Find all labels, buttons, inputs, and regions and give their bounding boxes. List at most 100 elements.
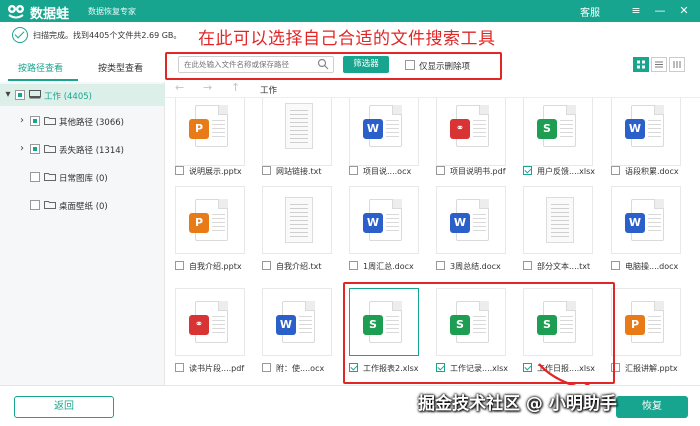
menu-icon[interactable]: ≡ (628, 3, 644, 19)
watermark-text: 掘金技术社区 @ 小明助手 (418, 394, 617, 414)
forward-arrow-icon[interactable]: → (203, 81, 212, 94)
file-checkbox[interactable] (523, 261, 532, 270)
file-name: 项目说....ocx (363, 167, 412, 176)
grid-view-button[interactable] (633, 57, 649, 72)
back-button[interactable]: 返回 (14, 396, 114, 418)
file-name: 读书片段....pdf (189, 364, 245, 373)
annotation-text: 在此可以选择自己合适的文件搜索工具 (198, 29, 496, 49)
chevron-down-icon[interactable]: ▾ (3, 89, 13, 101)
back-arrow-icon[interactable]: ← (175, 81, 184, 94)
file-tile[interactable]: W (611, 186, 681, 254)
ppt-file-icon: P (625, 301, 664, 343)
tree-item-work[interactable]: ▾ 工作 (4405) (0, 84, 165, 106)
grid-view-icon (637, 60, 645, 69)
tab-by-path[interactable]: 按路径查看 (18, 61, 63, 74)
scan-status-text: 扫描完成。找到4405个文件共2.69 GB。 (33, 31, 182, 40)
file-name: 自我介绍.pptx (189, 262, 242, 271)
tree-item-daily-gallery[interactable]: 日常图库 (0) (0, 166, 165, 188)
tab-by-type[interactable]: 按类型查看 (98, 61, 143, 74)
file-checkbox[interactable] (349, 166, 358, 175)
detail-view-button[interactable] (669, 57, 685, 72)
pdf-file-icon: ⚭ (450, 105, 489, 147)
tree-item-label: 日常图库 (0) (59, 174, 108, 184)
file-tile[interactable]: P (175, 98, 245, 166)
file-checkbox[interactable] (611, 261, 620, 270)
word-file-icon: W (450, 199, 489, 241)
recover-button[interactable]: 恢复 (616, 396, 688, 418)
file-tile[interactable] (262, 186, 332, 254)
file-checkbox[interactable] (175, 261, 184, 270)
drive-icon (29, 90, 41, 99)
pdf-file-icon: ⚭ (189, 301, 228, 343)
close-icon[interactable]: ✕ (676, 3, 692, 19)
folder-icon (44, 201, 56, 209)
file-name: 附：使....ocx (276, 364, 325, 373)
tree-checkbox[interactable] (30, 116, 40, 126)
file-name: 网站链接.txt (276, 167, 322, 176)
file-name: 电脑操....docx (625, 262, 679, 271)
title-bar: 数据蛙 数据恢复专家 客服 ≡ — ✕ (0, 0, 700, 22)
up-arrow-icon[interactable]: ↑ (231, 81, 240, 94)
tree-item-desktop-wallpaper[interactable]: 桌面壁纸 (0) (0, 194, 165, 216)
scan-complete-icon (12, 27, 28, 43)
file-tile[interactable]: W (262, 288, 332, 356)
minimize-icon[interactable]: — (652, 3, 668, 19)
frog-logo-icon (8, 5, 24, 19)
ppt-file-icon: P (189, 199, 228, 241)
file-name: 自我介绍.txt (276, 262, 322, 271)
list-view-button[interactable] (651, 57, 667, 72)
word-file-icon: W (625, 199, 664, 241)
file-checkbox[interactable] (523, 166, 532, 175)
navigation-bar: ← → ↑ 工作 (165, 80, 700, 98)
file-checkbox[interactable] (436, 261, 445, 270)
file-tile[interactable]: W (349, 98, 419, 166)
txt-file-icon (546, 197, 574, 243)
tree-checkbox[interactable] (30, 144, 40, 154)
file-name: 部分文本....txt (537, 262, 591, 271)
tree-checkbox[interactable] (15, 90, 25, 100)
file-checkbox[interactable] (175, 166, 184, 175)
customer-service-link[interactable]: 客服 (580, 4, 600, 19)
word-file-icon: W (276, 301, 315, 343)
tree-item-lost-paths[interactable]: › 丢失路径 (1314) (0, 138, 165, 160)
chevron-right-icon[interactable]: › (17, 115, 27, 127)
folder-icon (44, 145, 56, 153)
folder-icon (44, 117, 56, 125)
file-checkbox[interactable] (349, 261, 358, 270)
file-tile[interactable]: W (436, 186, 506, 254)
file-tile[interactable]: W (349, 186, 419, 254)
excel-file-icon: S (537, 105, 576, 147)
file-tile[interactable]: ⚭ (436, 98, 506, 166)
file-checkbox[interactable] (262, 363, 271, 372)
tree-item-label: 桌面壁纸 (0) (59, 202, 108, 212)
file-tile[interactable]: W (611, 98, 681, 166)
file-checkbox[interactable] (436, 166, 445, 175)
view-tabs: 按路径查看 按类型查看 (0, 52, 165, 82)
app-subtitle: 数据恢复专家 (88, 7, 136, 16)
file-checkbox[interactable] (262, 261, 271, 270)
file-checkbox[interactable] (175, 363, 184, 372)
file-name: 语段积累.docx (625, 167, 679, 176)
ppt-file-icon: P (189, 105, 228, 147)
chevron-right-icon[interactable]: › (17, 143, 27, 155)
txt-file-icon (285, 197, 313, 243)
file-tile[interactable]: P (175, 186, 245, 254)
tree-checkbox[interactable] (30, 200, 40, 210)
word-file-icon: W (625, 105, 664, 147)
file-tile[interactable]: S (523, 98, 593, 166)
detail-view-icon (673, 61, 681, 68)
file-tile[interactable] (523, 186, 593, 254)
left-pane: 按路径查看 按类型查看 ▾ 工作 (4405) › 其他路径 (3066) › … (0, 52, 165, 385)
file-checkbox[interactable] (262, 166, 271, 175)
file-name: 说明展示.pptx (189, 167, 242, 176)
file-checkbox[interactable] (611, 166, 620, 175)
tree-item-other-paths[interactable]: › 其他路径 (3066) (0, 110, 165, 132)
word-file-icon: W (363, 199, 402, 241)
tree-item-label: 其他路径 (3066) (59, 118, 124, 128)
tree-checkbox[interactable] (30, 172, 40, 182)
search-tools-highlight-box (165, 52, 502, 80)
file-tile[interactable]: ⚭ (175, 288, 245, 356)
file-tile[interactable]: P (611, 288, 681, 356)
file-tile[interactable] (262, 98, 332, 166)
tree-item-label: 丢失路径 (1314) (59, 146, 124, 156)
